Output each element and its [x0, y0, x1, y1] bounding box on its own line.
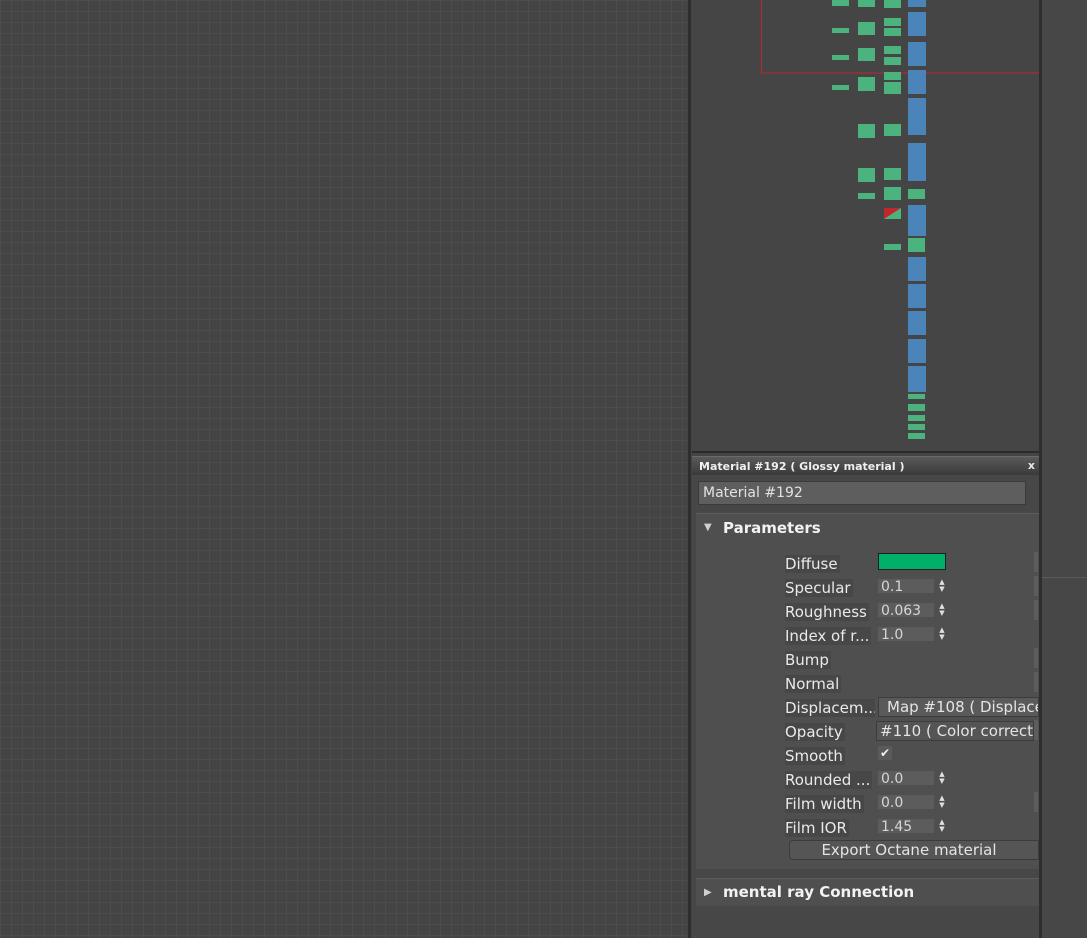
scroll-tick: [1034, 552, 1038, 572]
panel-title-bar[interactable]: Material #192 ( Glossy material ) x: [692, 456, 1039, 475]
film-width-label: Film width: [785, 795, 864, 813]
normal-row: Normal: [696, 671, 1039, 693]
right-side-panel: [1042, 0, 1087, 938]
rounded-label: Rounded ...: [785, 771, 873, 789]
ior-input[interactable]: 1.0: [878, 627, 934, 641]
scroll-tick: [1034, 720, 1038, 740]
parameters-rollout-title[interactable]: Parameters: [723, 519, 821, 537]
ior-spinner-arrows[interactable]: ▲ ▼: [936, 627, 948, 641]
roughness-row: Roughness 0.063 ▲ ▼: [696, 599, 1039, 621]
roughness-spinner-arrows[interactable]: ▲ ▼: [936, 603, 948, 617]
film-width-spinner-arrows[interactable]: ▲ ▼: [936, 795, 948, 809]
roughness-label: Roughness: [785, 603, 869, 621]
opacity-label: Opacity: [785, 723, 845, 741]
right-panel-divider: [1042, 577, 1087, 578]
opacity-row: Opacity #110 ( Color correct: [696, 719, 1039, 741]
panel-splitter[interactable]: [688, 0, 691, 938]
displacement-map-button[interactable]: Map #108 ( Displace: [878, 697, 1039, 717]
mental-ray-rollout: ▶ mental ray Connection: [696, 878, 1039, 906]
mental-ray-rollout-title[interactable]: mental ray Connection: [723, 883, 914, 901]
specular-row: Specular 0.1 ▲ ▼: [696, 575, 1039, 597]
rounded-row: Rounded ... 0.0 ▲ ▼: [696, 767, 1039, 789]
smooth-checkbox[interactable]: ✔: [878, 746, 892, 760]
film-ior-input[interactable]: 1.45: [878, 819, 934, 833]
material-name-input[interactable]: Material #192: [698, 481, 1026, 505]
rounded-spinner-arrows[interactable]: ▲ ▼: [936, 771, 948, 785]
specular-label: Specular: [785, 579, 853, 597]
displacement-row: Displacem... Map #108 ( Displace: [696, 695, 1039, 717]
specular-spinner-arrows[interactable]: ▲ ▼: [936, 579, 948, 593]
rounded-input[interactable]: 0.0: [878, 771, 934, 785]
bump-label: Bump: [785, 651, 831, 669]
diffuse-label: Diffuse: [785, 555, 840, 573]
film-width-input[interactable]: 0.0: [878, 795, 934, 809]
film-width-row: Film width 0.0 ▲ ▼: [696, 791, 1039, 813]
export-octane-material-button[interactable]: Export Octane material: [789, 840, 1039, 860]
diffuse-row: Diffuse: [696, 551, 1039, 573]
material-parameter-panel: Material #192 ( Glossy material ) x Mate…: [692, 456, 1039, 938]
scroll-tick: [1034, 792, 1038, 812]
collapse-arrow-icon[interactable]: ▼: [704, 522, 712, 533]
smooth-label: Smooth: [785, 747, 845, 765]
node-editor-canvas[interactable]: [0, 0, 688, 938]
displacement-label: Displacem...: [785, 699, 875, 717]
close-icon[interactable]: x: [1028, 459, 1035, 472]
selected-node[interactable]: [884, 208, 901, 219]
scroll-tick: [1034, 576, 1038, 596]
film-ior-label: Film IOR: [785, 819, 849, 837]
parameters-rollout: ▼ Parameters Diffuse Specular 0.1 ▲ ▼ Rou…: [696, 513, 1039, 869]
normal-label: Normal: [785, 675, 842, 693]
scroll-tick: [1034, 600, 1038, 620]
roughness-input[interactable]: 0.063: [878, 603, 934, 617]
ior-label: Index of r...: [785, 627, 872, 645]
bump-row: Bump: [696, 647, 1039, 669]
ior-row: Index of r... 1.0 ▲ ▼: [696, 623, 1039, 645]
expand-arrow-icon[interactable]: ▶: [704, 887, 712, 898]
film-ior-row: Film IOR 1.45 ▲ ▼: [696, 815, 1039, 837]
specular-input[interactable]: 0.1: [878, 579, 934, 593]
scroll-tick: [1034, 648, 1038, 668]
scroll-tick: [1034, 672, 1038, 692]
opacity-map-button[interactable]: #110 ( Color correct: [876, 721, 1034, 741]
smooth-row: Smooth ✔: [696, 743, 1039, 765]
diffuse-color-swatch[interactable]: [878, 553, 946, 570]
film-ior-spinner-arrows[interactable]: ▲ ▼: [936, 819, 948, 833]
panel-title: Material #192 ( Glossy material ): [699, 460, 905, 473]
navigator-minimap[interactable]: [692, 0, 1039, 451]
navigator-view[interactable]: [692, 0, 1039, 453]
